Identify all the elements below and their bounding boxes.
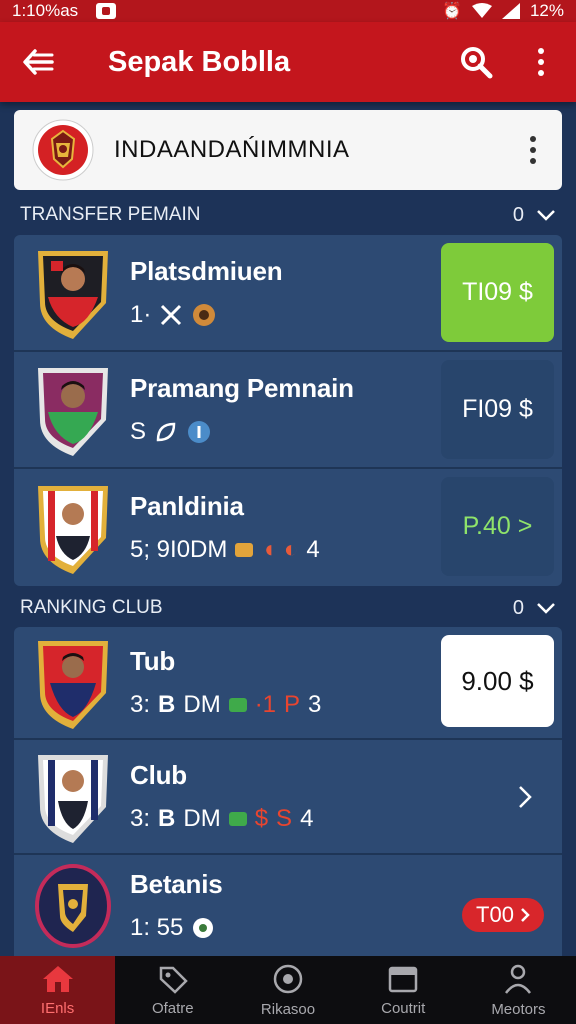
list-item[interactable]: Pramang Pemnain S FI09 $ (14, 352, 562, 469)
club-crest (38, 754, 108, 843)
search-button[interactable] (446, 22, 506, 102)
app-title: Sepak Boblla (108, 45, 291, 78)
record-icon (273, 964, 303, 993)
ranking-section-header: RANKING CLUB 0 (20, 593, 556, 623)
stat-icon: S (276, 805, 293, 832)
calendar-icon (388, 966, 418, 992)
overflow-menu-button[interactable] (506, 22, 576, 102)
app-bar: Sepak Boblla (0, 22, 576, 102)
player-crest (38, 485, 108, 574)
price-button[interactable]: P.40 > (441, 477, 554, 576)
nav-label: Meotors (491, 1000, 546, 1018)
b-icon: B (158, 805, 176, 832)
leaf-icon (156, 422, 176, 442)
item-title: Betanis (130, 869, 223, 899)
person-icon (505, 964, 532, 994)
club-crest (35, 863, 111, 948)
wifi-icon (471, 3, 492, 18)
tag-icon (159, 966, 188, 994)
card-icon (228, 812, 247, 826)
signal-icon (501, 3, 520, 19)
ball-icon (193, 304, 216, 326)
nav-label: Ofatre (151, 999, 194, 1017)
item-subtitle-end: 3 (308, 691, 322, 718)
transfer-list: Platsdmiuen 1· TI09 $ Pramang Pemnain S (14, 235, 562, 586)
section-title: TRANSFER PEMAIN (20, 204, 201, 225)
chevron-right-icon (521, 908, 530, 922)
price-button[interactable]: TI09 $ (441, 243, 554, 342)
status-bar: 1:10%as ⏰ 12% (0, 0, 576, 22)
card-icon (228, 698, 247, 712)
list-item[interactable]: Platsdmiuen 1· TI09 $ (14, 235, 562, 352)
more-vert-icon (538, 48, 544, 76)
item-subtitle: 3: (130, 805, 151, 832)
alarm-icon: ⏰ (442, 3, 462, 20)
section-toggle[interactable]: 0 (513, 597, 556, 620)
nav-item-calendar[interactable]: Coutrit (346, 956, 461, 1024)
nav-item-home[interactable]: IEnls (0, 956, 116, 1024)
item-subtitle: 1· (130, 301, 152, 328)
soccer-ball-icon (193, 918, 214, 938)
chevron-down-icon (537, 210, 555, 221)
back-arrow-icon (23, 49, 54, 75)
club-crest (38, 640, 108, 729)
player-crest (38, 367, 108, 456)
chevron-down-icon (537, 603, 555, 614)
status-time: 1:10%as (12, 1, 79, 20)
price-button[interactable]: FI09 $ (441, 360, 554, 459)
notification-app-icon (96, 3, 117, 19)
section-toggle[interactable]: 0 (513, 204, 556, 227)
search-icon (461, 47, 493, 79)
ranking-list: Tub 3: B DM ·1 P 3 9.00 $ Club 3: B DM $… (14, 627, 562, 956)
nav-label: Coutrit (381, 999, 426, 1017)
item-subtitle-mid: DM (183, 691, 221, 718)
stat-icon: $ (254, 805, 269, 832)
list-item[interactable]: Panldinia 5; 9I0DM ◖ ◐ 4 P.40 > (14, 469, 562, 586)
section-title: RANKING CLUB (20, 597, 163, 618)
stat-icon: ·1 (254, 691, 277, 718)
stat-icon: P (284, 691, 301, 718)
card-icon (235, 543, 254, 557)
battery-level: 12% (529, 1, 564, 20)
list-item[interactable]: Club 3: B DM $ S 4 (14, 740, 562, 855)
item-subtitle-mid: DM (183, 805, 221, 832)
item-subtitle-end: 4 (300, 805, 314, 832)
stat-icon: ◐ (283, 536, 299, 563)
more-vert-icon (530, 136, 536, 164)
chevron-right-icon[interactable] (510, 782, 540, 812)
nav-item-record[interactable]: Rikasoo (230, 956, 345, 1024)
team-logo (32, 119, 94, 181)
list-item[interactable]: Betanis 1: 55 T00 (14, 855, 562, 956)
item-subtitle: 3: (130, 691, 151, 718)
item-title: Club (130, 760, 187, 790)
list-item[interactable]: Tub 3: B DM ·1 P 3 9.00 $ (14, 627, 562, 740)
player-crest (38, 250, 108, 339)
bottom-navigation: IEnls Ofatre Rikasoo Coutrit Meotors (0, 956, 576, 1024)
item-subtitle-end: 4 (306, 536, 320, 563)
section-count: 0 (512, 596, 524, 619)
transfer-section-header: TRANSFER PEMAIN 0 (20, 200, 556, 230)
team-selector-card[interactable]: INDAANDAŃIMMNIA (14, 110, 562, 190)
item-subtitle: 1: 55 (130, 914, 184, 941)
team-menu-button[interactable] (504, 136, 562, 164)
price-button[interactable]: 9.00 $ (441, 635, 554, 727)
nav-item-profile[interactable]: Meotors (461, 956, 576, 1024)
item-subtitle: S (130, 418, 147, 445)
nav-item-tag[interactable]: Ofatre (115, 956, 230, 1024)
ranking-pill[interactable]: T00 (462, 898, 544, 932)
home-icon (42, 965, 73, 992)
pill-label: T00 (476, 902, 514, 927)
item-subtitle: 5; 9I0DM (130, 536, 228, 563)
b-icon: B (158, 691, 176, 718)
nav-label: IEnls (40, 999, 75, 1017)
stat-icon: ◖ (261, 536, 276, 563)
back-button[interactable] (0, 22, 76, 102)
nav-label: Rikasoo (260, 1000, 316, 1018)
team-name: INDAANDAŃIMMNIA (114, 136, 350, 163)
tools-icon (161, 304, 182, 326)
section-count: 0 (512, 203, 524, 226)
info-icon (188, 421, 211, 443)
